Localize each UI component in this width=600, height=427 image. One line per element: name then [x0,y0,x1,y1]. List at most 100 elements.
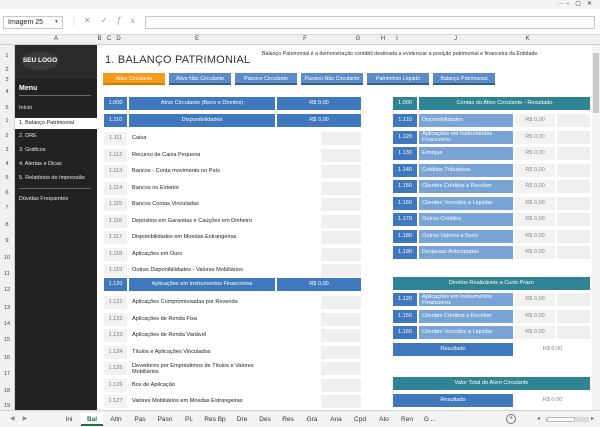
row-header[interactable]: 4 [0,89,14,95]
curto-extra-cell[interactable] [557,293,590,306]
column-header[interactable]: G [337,36,379,42]
item-input[interactable] [277,181,319,195]
item-value-cell[interactable] [321,231,361,244]
result-extra-cell[interactable] [557,196,590,210]
sheet-tab[interactable]: PL [179,413,199,426]
row-header[interactable]: 12 [0,287,14,293]
row-header[interactable]: 16 [0,355,14,361]
column-header[interactable]: H [379,36,387,42]
result-extra-cell[interactable] [557,229,590,243]
row-header[interactable]: 7 [0,205,14,211]
row-header[interactable]: 2 [0,133,14,139]
horizontal-scrollbar[interactable]: ◂ ▸ [537,416,597,423]
item-input[interactable] [277,362,319,375]
more-icon[interactable]: ··· [558,1,564,7]
sheet-tab[interactable]: Ato [373,413,395,426]
sheet-tab[interactable]: Des [254,413,276,426]
row-header[interactable]: 1 [0,53,14,59]
column-header[interactable]: F [273,36,337,42]
item-value-cell[interactable] [321,214,361,228]
row-header[interactable]: 3 [0,77,14,83]
item-input[interactable] [277,264,319,277]
item-input[interactable] [277,345,319,359]
row-header[interactable]: 3 [0,147,14,153]
item-input[interactable] [277,198,319,211]
scroll-left-icon[interactable]: ◂ [537,415,540,422]
item-value-cell[interactable] [321,329,361,342]
item-input[interactable] [277,165,319,178]
result-extra-cell[interactable] [557,180,590,193]
item-value-cell[interactable] [321,181,361,195]
result-extra-cell[interactable] [557,163,590,177]
item-value-cell[interactable] [321,395,361,408]
result-extra-cell[interactable] [557,213,590,226]
item-value-cell[interactable] [321,312,361,326]
column-header[interactable]: E [121,36,273,42]
item-value-cell[interactable] [321,345,361,359]
sidebar-item-inicio[interactable]: Início [19,105,32,111]
sheet-tab[interactable]: Bal [81,413,103,426]
vertical-scrollbar[interactable] [592,45,600,410]
formula-input[interactable] [145,16,595,29]
row-header[interactable]: 6 [0,190,14,196]
row-header[interactable]: 9 [0,238,14,244]
item-value-cell[interactable] [321,247,361,261]
sheet-tab[interactable]: Ren [396,413,418,426]
item-input[interactable] [277,329,319,342]
column-header[interactable]: C [102,36,116,42]
sheet-tab[interactable]: G ... [419,413,441,426]
item-value-cell[interactable] [321,362,361,375]
item-value-cell[interactable] [321,165,361,178]
result-extra-cell[interactable] [557,147,590,160]
column-header[interactable]: A [15,36,97,42]
column-header[interactable]: I [387,36,407,42]
result-extra-cell[interactable] [557,114,590,127]
row-header[interactable]: 17 [0,371,14,377]
sheet-nav-icon[interactable]: ◀▶ [10,415,35,422]
sheet-tab[interactable]: Gra [300,413,324,426]
item-value-cell[interactable] [321,198,361,211]
sheet-tab[interactable]: Res [277,413,299,426]
row-header[interactable]: 11 [0,271,14,277]
chevron-down-icon[interactable]: ▼ [54,19,59,25]
item-input[interactable] [277,395,319,408]
row-header[interactable]: 4 [0,161,14,167]
curto-extra-cell[interactable] [557,309,590,323]
sheet-tab[interactable]: Atin [104,413,128,426]
window-controls[interactable]: –▢✕ [566,0,598,7]
item-value-cell[interactable] [321,378,361,392]
curto-extra-cell[interactable] [557,326,590,339]
item-input[interactable] [277,132,319,145]
row-header[interactable]: 15 [0,337,14,343]
row-header[interactable]: 10 [0,255,14,261]
result-extra-cell[interactable] [557,130,590,144]
row-header[interactable]: 14 [0,321,14,327]
sidebar-item-graficos[interactable]: 3. Gráficos [19,147,46,153]
sidebar-item-duvidas[interactable]: Dúvidas Frequentes [19,196,68,202]
row-header[interactable]: 18 [0,388,14,394]
sheet-tab[interactable]: Cpd [348,413,372,426]
item-input[interactable] [277,296,319,309]
item-value-cell[interactable] [321,296,361,309]
scroll-right-icon[interactable]: ▸ [591,415,594,422]
item-input[interactable] [277,378,319,392]
sheet-tab[interactable]: Dre [231,413,253,426]
row-header[interactable]: 2 [0,67,14,73]
sheet-tab[interactable]: Pas [129,413,151,426]
tab-patrimonio-liquido[interactable]: Patrimônio Líquido [367,73,429,85]
row-header[interactable]: 5 [0,105,14,111]
tab-passivo-circulante[interactable]: Passivo Circulante [235,73,297,85]
row-header[interactable]: 5 [0,175,14,181]
item-value-cell[interactable] [321,148,361,162]
add-sheet-icon[interactable]: + [506,414,516,424]
tab-balanco-patrimonial[interactable]: Balanço Patrimonial [433,73,495,85]
sheet-tab[interactable]: Pasn [152,413,178,426]
row-header[interactable]: 13 [0,305,14,311]
sheet-tab[interactable]: Ana [325,413,347,426]
column-header[interactable]: J [407,36,504,42]
scroll-thumb[interactable] [547,417,575,422]
sidebar-item-dre[interactable]: 2. DRE [19,133,37,139]
item-value-cell[interactable] [321,132,361,145]
row-header[interactable]: 1 [0,118,14,124]
item-input[interactable] [277,214,319,228]
